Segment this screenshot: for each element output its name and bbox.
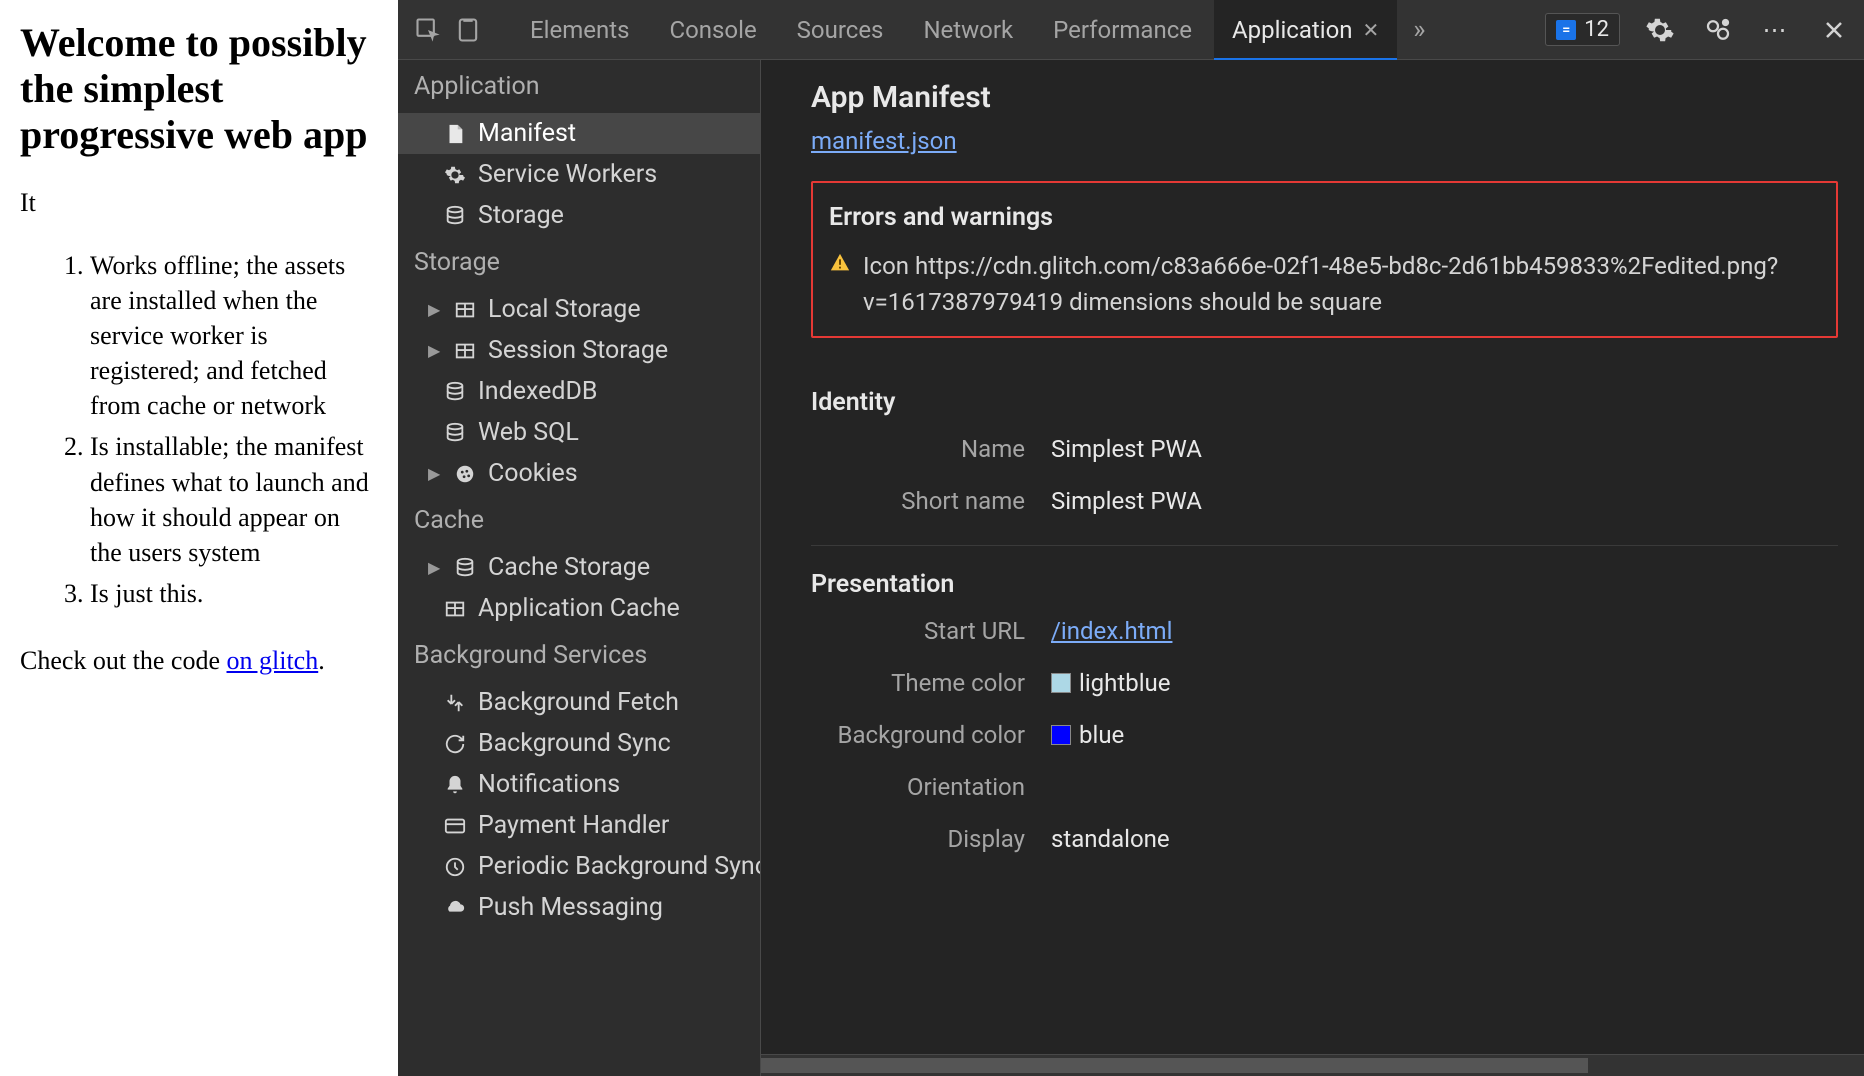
database-icon bbox=[442, 203, 468, 229]
close-icon[interactable]: ✕ bbox=[1363, 18, 1380, 42]
sync-icon bbox=[442, 731, 468, 757]
color-swatch-theme bbox=[1051, 673, 1071, 693]
field-start-url: Start URL /index.html bbox=[811, 617, 1838, 645]
field-background-color: Background color blue bbox=[811, 721, 1838, 749]
rendered-page: Welcome to possibly the simplest progres… bbox=[0, 0, 398, 1076]
feature-list: Works offline; the assets are installed … bbox=[20, 248, 378, 611]
sidebar-group-background: Background Services bbox=[398, 629, 760, 682]
warning-row: Icon https://cdn.glitch.com/c83a666e-02f… bbox=[829, 248, 1820, 320]
sidebar-item-cache-storage[interactable]: ▶ Cache Storage bbox=[398, 547, 760, 588]
bell-icon bbox=[442, 772, 468, 798]
table-icon bbox=[442, 596, 468, 622]
chevron-right-icon: ▶ bbox=[428, 300, 442, 319]
sidebar-item-application-cache[interactable]: Application Cache bbox=[398, 588, 760, 629]
field-orientation: Orientation bbox=[811, 773, 1838, 801]
sidebar-group-application: Application bbox=[398, 60, 760, 113]
panel-title: App Manifest bbox=[811, 80, 1838, 115]
sidebar-item-indexeddb[interactable]: IndexedDB bbox=[398, 371, 760, 412]
sidebar-item-background-fetch[interactable]: Background Fetch bbox=[398, 682, 760, 723]
tab-application[interactable]: Application ✕ bbox=[1214, 0, 1397, 60]
horizontal-scrollbar[interactable] bbox=[761, 1054, 1864, 1076]
tab-elements[interactable]: Elements bbox=[512, 0, 647, 60]
field-theme-color: Theme color lightblue bbox=[811, 669, 1838, 697]
identity-section: Identity Name Simplest PWA Short name Si… bbox=[811, 364, 1838, 515]
chevron-right-icon: ▶ bbox=[428, 341, 442, 360]
sidebar-group-cache: Cache bbox=[398, 494, 760, 547]
sidebar-item-periodic-sync[interactable]: Periodic Background Sync bbox=[398, 846, 760, 887]
database-icon bbox=[442, 420, 468, 446]
tab-console[interactable]: Console bbox=[651, 0, 774, 60]
field-name: Name Simplest PWA bbox=[811, 435, 1838, 463]
database-icon bbox=[452, 555, 478, 581]
table-icon bbox=[452, 338, 478, 364]
database-icon bbox=[442, 379, 468, 405]
presentation-section: Presentation Start URL /index.html Theme… bbox=[811, 545, 1838, 853]
manifest-panel: App Manifest manifest.json Errors and wa… bbox=[761, 60, 1864, 1076]
tab-network[interactable]: Network bbox=[905, 0, 1031, 60]
cookie-icon bbox=[452, 461, 478, 487]
settings-gear-icon[interactable] bbox=[1642, 12, 1678, 48]
identity-heading: Identity bbox=[811, 388, 1838, 417]
credit-card-icon bbox=[442, 813, 468, 839]
sidebar-item-manifest[interactable]: Manifest bbox=[398, 113, 760, 154]
sidebar-item-session-storage[interactable]: ▶ Session Storage bbox=[398, 330, 760, 371]
devtools-panel: Elements Console Sources Network Perform… bbox=[398, 0, 1864, 1076]
intro-text: It bbox=[20, 188, 378, 218]
manifest-json-link[interactable]: manifest.json bbox=[811, 127, 957, 155]
chevron-right-icon: ▶ bbox=[428, 558, 442, 577]
gear-icon bbox=[442, 162, 468, 188]
start-url-link[interactable]: /index.html bbox=[1051, 617, 1172, 645]
more-tabs-chevrons-icon[interactable]: » bbox=[1401, 12, 1437, 48]
sidebar-item-service-workers[interactable]: Service Workers bbox=[398, 154, 760, 195]
application-sidebar: Application Manifest Service Workers Sto… bbox=[398, 60, 761, 1076]
tab-performance[interactable]: Performance bbox=[1035, 0, 1210, 60]
scrollbar-thumb[interactable] bbox=[761, 1058, 1588, 1073]
devtools-tab-bar: Elements Console Sources Network Perform… bbox=[398, 0, 1864, 60]
page-title: Welcome to possibly the simplest progres… bbox=[20, 20, 378, 158]
close-devtools-icon[interactable] bbox=[1816, 12, 1852, 48]
errors-heading: Errors and warnings bbox=[829, 203, 1820, 232]
footer-line: Check out the code on glitch. bbox=[20, 646, 378, 676]
field-short-name: Short name Simplest PWA bbox=[811, 487, 1838, 515]
sidebar-item-background-sync[interactable]: Background Sync bbox=[398, 723, 760, 764]
kebab-menu-icon[interactable]: ⋯ bbox=[1758, 12, 1794, 48]
sidebar-item-push-messaging[interactable]: Push Messaging bbox=[398, 887, 760, 928]
experiments-icon[interactable] bbox=[1700, 12, 1736, 48]
inspect-element-icon[interactable] bbox=[410, 12, 446, 48]
sidebar-group-storage: Storage bbox=[398, 236, 760, 289]
chevron-right-icon: ▶ bbox=[428, 464, 442, 483]
cloud-icon bbox=[442, 895, 468, 921]
table-icon bbox=[452, 297, 478, 323]
sidebar-item-payment-handler[interactable]: Payment Handler bbox=[398, 805, 760, 846]
device-toggle-icon[interactable] bbox=[450, 12, 486, 48]
fetch-icon bbox=[442, 690, 468, 716]
field-display: Display standalone bbox=[811, 825, 1838, 853]
sidebar-item-storage[interactable]: Storage bbox=[398, 195, 760, 236]
clock-icon bbox=[442, 854, 468, 880]
glitch-link[interactable]: on glitch bbox=[227, 646, 319, 675]
color-swatch-bg bbox=[1051, 725, 1071, 745]
tab-sources[interactable]: Sources bbox=[779, 0, 902, 60]
issues-badge[interactable]: = 12 bbox=[1545, 13, 1620, 46]
warning-icon bbox=[829, 252, 851, 274]
errors-warnings-section: Errors and warnings Icon https://cdn.gli… bbox=[811, 181, 1838, 338]
list-item: Works offline; the assets are installed … bbox=[90, 248, 378, 423]
document-icon bbox=[442, 121, 468, 147]
list-item: Is installable; the manifest defines wha… bbox=[90, 429, 378, 569]
list-item: Is just this. bbox=[90, 576, 378, 611]
sidebar-item-notifications[interactable]: Notifications bbox=[398, 764, 760, 805]
presentation-heading: Presentation bbox=[811, 570, 1838, 599]
sidebar-item-websql[interactable]: Web SQL bbox=[398, 412, 760, 453]
sidebar-item-local-storage[interactable]: ▶ Local Storage bbox=[398, 289, 760, 330]
issues-icon: = bbox=[1556, 20, 1576, 40]
sidebar-item-cookies[interactable]: ▶ Cookies bbox=[398, 453, 760, 494]
